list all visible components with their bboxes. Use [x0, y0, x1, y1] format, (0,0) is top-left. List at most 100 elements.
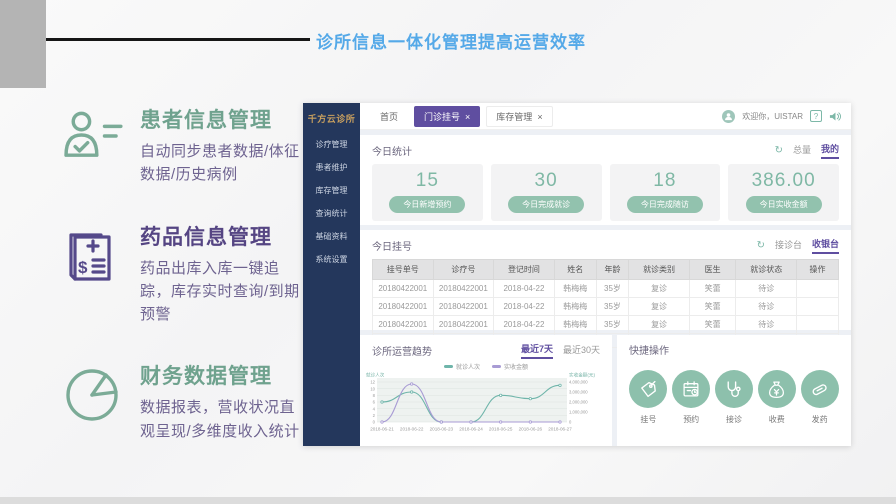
- sidebar-item-patient[interactable]: 患者维护: [303, 156, 360, 179]
- decor-gray-block: [0, 0, 46, 88]
- tab-outpatient-registration[interactable]: 门诊挂号×: [414, 106, 480, 127]
- stat-value: 30: [491, 170, 602, 192]
- tab-last-30-days[interactable]: 最近30天: [563, 343, 600, 358]
- stat-value: 386.00: [728, 170, 839, 192]
- sidebar-item-statistics[interactable]: 查询统计: [303, 202, 360, 225]
- stethoscope-icon: [715, 370, 753, 408]
- tab-reception-desk[interactable]: 接诊台: [775, 238, 802, 253]
- money-bag-icon: [758, 370, 796, 408]
- app-sidebar: 千方云诊所 诊疗管理 患者维护 库存管理 查询统计 基础资料 系统设置: [303, 103, 360, 446]
- feature-medicine-info: $ 药品信息管理 药品出库入库一键追踪，库存实时查询/到期预警: [60, 221, 310, 327]
- tab-inventory[interactable]: 库存管理×: [486, 106, 552, 127]
- stat-badge: 今日实收金额: [746, 196, 822, 213]
- stats-title: 今日统计: [372, 143, 412, 158]
- feature-list: 患者信息管理 自动同步患者数据/体征数据/历史病例 $: [60, 104, 310, 477]
- today-registration-section: 今日挂号 ↻ 接诊台 收银台 挂号单号 诊疗号 登记时间: [360, 230, 851, 330]
- calendar-icon: [672, 370, 710, 408]
- svg-text:2018-06-23: 2018-06-23: [430, 427, 454, 432]
- tab-last-7-days[interactable]: 最近7天: [521, 342, 553, 359]
- svg-text:4,000,000: 4,000,000: [569, 380, 588, 385]
- quick-action-charge[interactable]: 收费: [758, 370, 796, 425]
- registration-title: 今日挂号: [372, 238, 412, 253]
- feature-finance-data: 财务数据管理 数据报表，营收状况直观呈现/多维度收入统计: [60, 360, 310, 443]
- app-content: 今日统计 ↻ 总量 我的 15 今日新增预约 30: [360, 130, 851, 446]
- quick-action-reception[interactable]: 接诊: [715, 370, 753, 425]
- feature-title: 财务数据管理: [140, 360, 310, 390]
- svg-text:3,000,000: 3,000,000: [569, 390, 588, 395]
- capsule-icon: [801, 370, 839, 408]
- stat-badge: 今日完成就诊: [508, 196, 584, 213]
- sidebar-item-inventory[interactable]: 库存管理: [303, 179, 360, 202]
- svg-text:1,000,000: 1,000,000: [569, 410, 588, 415]
- stat-badge: 今日完成随访: [627, 196, 703, 213]
- welcome-text: 欢迎你，UISTAR: [742, 111, 803, 122]
- sidebar-item-basic-data[interactable]: 基础资料: [303, 225, 360, 248]
- quick-action-register[interactable]: 挂号: [629, 370, 667, 425]
- today-stats-section: 今日统计 ↻ 总量 我的 15 今日新增预约 30: [360, 135, 851, 225]
- svg-text:0: 0: [569, 420, 572, 425]
- stat-card-followups: 18 今日完成随访: [610, 164, 721, 221]
- feature-desc: 数据报表，营收状况直观呈现/多维度收入统计: [140, 396, 310, 443]
- toggle-total[interactable]: 总量: [793, 143, 811, 158]
- tab-home[interactable]: 首页: [370, 106, 408, 127]
- close-icon[interactable]: ×: [537, 112, 542, 122]
- feature-title: 患者信息管理: [140, 104, 310, 134]
- finance-data-icon: [60, 360, 124, 443]
- table-row[interactable]: 20180422001201804220012018-04-22韩梅梅35岁复诊…: [373, 280, 839, 298]
- decor-title-line: [46, 38, 310, 41]
- svg-text:2018-06-22: 2018-06-22: [400, 427, 424, 432]
- refresh-icon[interactable]: ↻: [775, 145, 783, 156]
- legend-marker-visits: [444, 365, 453, 368]
- user-area: 欢迎你，UISTAR ?: [722, 110, 841, 123]
- svg-text:12: 12: [370, 380, 375, 385]
- patient-info-icon: [60, 104, 124, 187]
- quick-actions-section: 快捷操作 挂号: [617, 335, 851, 446]
- svg-text:2018-06-21: 2018-06-21: [370, 427, 394, 432]
- feature-patient-info: 患者信息管理 自动同步患者数据/体征数据/历史病例: [60, 104, 310, 187]
- quick-action-dispense[interactable]: 发药: [801, 370, 839, 425]
- quick-actions-title: 快捷操作: [629, 342, 669, 357]
- sidebar-item-settings[interactable]: 系统设置: [303, 248, 360, 271]
- svg-text:2018-06-25: 2018-06-25: [489, 427, 513, 432]
- sidebar-item-diagnosis[interactable]: 诊疗管理: [303, 133, 360, 156]
- app-topbar: 首页 门诊挂号× 库存管理× 欢迎你，UISTAR ?: [360, 103, 851, 130]
- quick-action-appointment[interactable]: 预约: [672, 370, 710, 425]
- svg-text:8: 8: [373, 393, 376, 398]
- tab-bar: 首页 门诊挂号× 库存管理×: [370, 106, 553, 127]
- feature-desc: 药品出库入库一键追踪，库存实时查询/到期预警: [140, 257, 310, 327]
- slide-canvas: 诊所信息一体化管理提高运营效率 患者信息管理 自动同步患者数据/体征数据/历史病…: [0, 0, 896, 504]
- table-row[interactable]: 20180422001201804220012018-04-22韩梅梅35岁复诊…: [373, 316, 839, 334]
- svg-text:2: 2: [373, 413, 376, 418]
- svg-text:2018-06-27: 2018-06-27: [548, 427, 572, 432]
- app-main: 首页 门诊挂号× 库存管理× 欢迎你，UISTAR ?: [360, 103, 851, 446]
- feature-desc: 自动同步患者数据/体征数据/历史病例: [140, 140, 310, 187]
- medicine-info-icon: $: [60, 221, 124, 327]
- trend-chart-section: 诊所运营趋势 最近7天 最近30天 就诊人次 实收金额 02468101201,…: [360, 335, 612, 446]
- trend-line-chart: 02468101201,000,0002,000,0003,000,0004,0…: [364, 372, 608, 438]
- svg-text:2018-06-24: 2018-06-24: [459, 427, 483, 432]
- svg-text:6: 6: [373, 400, 376, 405]
- tab-cashier-desk[interactable]: 收银台: [812, 237, 839, 254]
- svg-text:就诊人次: 就诊人次: [366, 372, 385, 379]
- table-row[interactable]: 20180422001201804220012018-04-22韩梅梅35岁复诊…: [373, 298, 839, 316]
- help-icon[interactable]: ?: [810, 110, 822, 122]
- feature-title: 药品信息管理: [140, 221, 310, 251]
- svg-text:4: 4: [373, 406, 376, 411]
- svg-text:实收金额(元): 实收金额(元): [569, 372, 595, 379]
- stat-card-visits: 30 今日完成就诊: [491, 164, 602, 221]
- toggle-mine[interactable]: 我的: [821, 142, 839, 159]
- table-header-row: 挂号单号 诊疗号 登记时间 姓名 年龄 就诊类别 医生 就诊状态 操作: [373, 260, 839, 280]
- stat-card-appointments: 15 今日新增预约: [372, 164, 483, 221]
- refresh-icon[interactable]: ↻: [757, 240, 765, 251]
- stat-card-revenue: 386.00 今日实收金额: [728, 164, 839, 221]
- avatar: [722, 110, 735, 123]
- svg-text:2018-06-26: 2018-06-26: [519, 427, 543, 432]
- stat-badge: 今日新增预约: [389, 196, 465, 213]
- tag-icon: [629, 370, 667, 408]
- legend-marker-revenue: [492, 365, 501, 368]
- svg-text:0: 0: [373, 420, 376, 425]
- footer-strip: [0, 497, 896, 504]
- speaker-icon[interactable]: [829, 111, 841, 122]
- close-icon[interactable]: ×: [465, 112, 470, 122]
- svg-text:$: $: [78, 258, 88, 277]
